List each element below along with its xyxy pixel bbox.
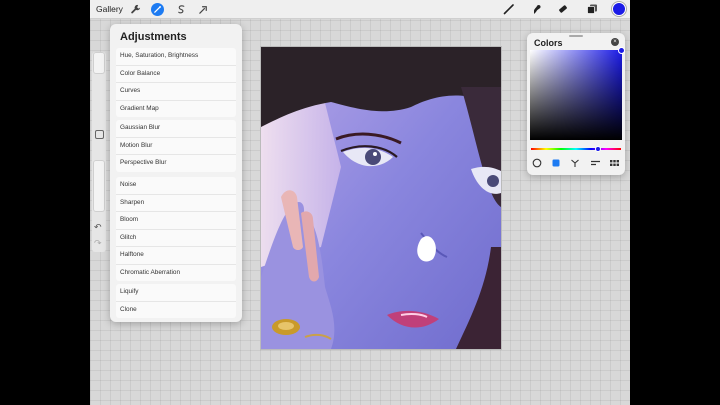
color-mode-classic[interactable] xyxy=(550,157,562,169)
brush-icon xyxy=(503,4,514,15)
value-icon xyxy=(590,160,600,166)
disc-icon xyxy=(532,158,542,168)
adjust-halftone[interactable]: Halftone xyxy=(116,247,236,265)
brush-size-slider[interactable] xyxy=(93,52,105,74)
adjust-motion-blur[interactable]: Motion Blur xyxy=(116,138,236,155)
adjust-group-blur: Gaussian Blur Motion Blur Perspective Bl… xyxy=(116,120,236,172)
adjust-group-color: Hue, Saturation, Brightness Color Balanc… xyxy=(116,48,236,117)
artwork-illustration xyxy=(261,47,501,349)
adjust-group-effects: Noise Sharpen Bloom Glitch Halftone Chro… xyxy=(116,177,236,281)
color-mode-value[interactable] xyxy=(589,157,601,169)
adjust-group-tools: Liquify Clone xyxy=(116,284,236,318)
procreate-app: Gallery ↶ ↷ Adjustments Hue, Saturation,… xyxy=(90,0,630,405)
transform-icon xyxy=(198,5,207,14)
saturation-brightness-field[interactable] xyxy=(530,47,625,140)
adjustments-icon xyxy=(150,2,164,16)
color-mode-disc[interactable] xyxy=(531,157,543,169)
gallery-button[interactable]: Gallery xyxy=(96,1,123,17)
layers-icon xyxy=(587,4,597,14)
layers-button[interactable] xyxy=(585,1,599,17)
adjustments-panel: Adjustments Hue, Saturation, Brightness … xyxy=(110,24,242,322)
artwork-canvas[interactable] xyxy=(260,46,502,350)
color-mode-harmony[interactable] xyxy=(569,157,581,169)
adjust-chromatic-aberration[interactable]: Chromatic Aberration xyxy=(116,265,236,282)
eraser-button[interactable] xyxy=(556,1,570,17)
hue-slider[interactable] xyxy=(531,146,621,152)
adjust-gradient-map[interactable]: Gradient Map xyxy=(116,101,236,118)
adjust-glitch[interactable]: Glitch xyxy=(116,230,236,247)
transform-button[interactable] xyxy=(196,1,210,17)
adjust-noise[interactable]: Noise xyxy=(116,177,236,195)
color-icon xyxy=(612,2,626,16)
selection-icon xyxy=(177,4,184,13)
adjustments-button[interactable] xyxy=(150,1,164,17)
adjustments-title: Adjustments xyxy=(120,31,187,43)
adjust-hue-saturation-brightness[interactable]: Hue, Saturation, Brightness xyxy=(116,48,236,66)
smudge-button[interactable] xyxy=(530,1,544,17)
left-sidebar: ↶ ↷ xyxy=(92,52,106,252)
harmony-icon xyxy=(571,159,579,167)
undo-button[interactable]: ↶ xyxy=(94,222,102,233)
adjust-perspective-blur[interactable]: Perspective Blur xyxy=(116,155,236,172)
redo-button[interactable]: ↷ xyxy=(94,238,102,249)
hue-knob[interactable] xyxy=(595,146,601,152)
panel-grabber[interactable] xyxy=(569,35,583,37)
brush-opacity-slider[interactable] xyxy=(93,160,105,212)
wrench-icon xyxy=(130,4,140,13)
selection-button[interactable] xyxy=(174,1,188,17)
brush-button[interactable] xyxy=(502,1,516,17)
adjust-liquify[interactable]: Liquify xyxy=(116,284,236,302)
eraser-icon xyxy=(559,5,567,13)
classic-icon xyxy=(552,159,560,167)
palettes-icon xyxy=(609,160,619,166)
close-icon: × xyxy=(613,39,617,45)
adjust-gaussian-blur[interactable]: Gaussian Blur xyxy=(116,120,236,138)
adjust-clone[interactable]: Clone xyxy=(116,302,236,319)
adjust-color-balance[interactable]: Color Balance xyxy=(116,66,236,83)
colors-title: Colors xyxy=(534,38,563,48)
modify-button[interactable] xyxy=(95,130,104,139)
actions-button[interactable] xyxy=(128,1,142,17)
color-mode-palettes[interactable] xyxy=(608,157,620,169)
colors-panel: Colors × xyxy=(527,33,625,175)
color-button[interactable] xyxy=(612,1,626,17)
smudge-icon xyxy=(534,4,541,14)
adjust-bloom[interactable]: Bloom xyxy=(116,212,236,230)
colors-close-button[interactable]: × xyxy=(611,38,619,46)
color-field-knob[interactable] xyxy=(618,47,625,54)
adjust-curves[interactable]: Curves xyxy=(116,83,236,101)
top-toolbar: Gallery xyxy=(90,0,630,19)
adjust-sharpen[interactable]: Sharpen xyxy=(116,195,236,212)
